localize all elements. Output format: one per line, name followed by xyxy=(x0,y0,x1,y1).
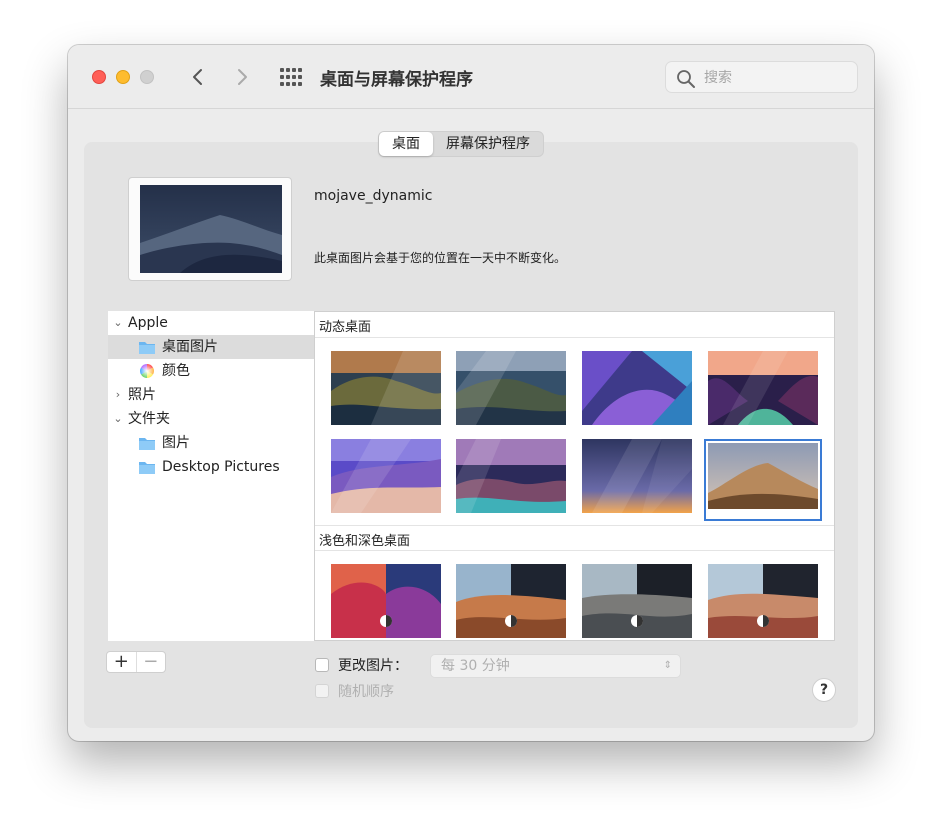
wallpaper-description: 此桌面图片会基于您的位置在一天中不断变化。 xyxy=(314,251,567,265)
wallpaper-thumbnail[interactable] xyxy=(456,351,566,425)
sidebar-item-folders[interactable]: ⌄ 文件夹 xyxy=(108,407,314,431)
wallpaper-thumbnail[interactable] xyxy=(582,351,692,425)
change-picture-checkbox[interactable] xyxy=(315,658,329,672)
random-order-checkbox[interactable] xyxy=(315,684,329,698)
help-button[interactable]: ? xyxy=(812,678,836,702)
search-input[interactable] xyxy=(702,67,846,89)
folder-icon xyxy=(139,462,155,474)
zoom-button[interactable] xyxy=(140,70,154,84)
wallpaper-grid: 动态桌面 浅色和深色桌面 xyxy=(314,311,835,641)
sidebar-item-colors[interactable]: 颜色 xyxy=(108,359,314,383)
title-bar: 桌面与屏幕保护程序 xyxy=(68,45,874,109)
chevron-right-icon[interactable]: › xyxy=(112,383,124,407)
sidebar-item-desktop-pictures[interactable]: 桌面图片 xyxy=(108,335,314,359)
section-divider xyxy=(315,337,834,338)
sidebar-item-pictures[interactable]: 图片 xyxy=(108,431,314,455)
sidebar-item-desktop-pictures-folder[interactable]: Desktop Pictures xyxy=(108,455,314,479)
sidebar-item-label: 照片 xyxy=(128,387,156,403)
random-order-label: 随机顺序 xyxy=(338,684,394,700)
interval-select[interactable]: 每 30 分钟 ⇕ xyxy=(430,654,681,678)
chevron-right-icon xyxy=(238,69,247,85)
add-folder-button[interactable]: + xyxy=(107,652,136,672)
wallpaper-thumbnail[interactable] xyxy=(582,439,692,513)
sidebar-item-label: Apple xyxy=(128,315,168,331)
sidebar-item-label: Desktop Pictures xyxy=(162,459,280,475)
window-title: 桌面与屏幕保护程序 xyxy=(320,70,473,90)
tab-bar: 桌面 屏幕保护程序 xyxy=(378,131,544,157)
wallpaper-name: mojave_dynamic xyxy=(314,188,433,204)
grid-icon xyxy=(280,68,302,86)
preferences-window: 桌面与屏幕保护程序 桌面 屏幕保护程序 mojave_dynamic 此桌面图片… xyxy=(68,45,874,741)
current-wallpaper-preview xyxy=(128,177,292,281)
section-header-light-dark: 浅色和深色桌面 xyxy=(319,534,411,549)
wallpaper-thumbnail[interactable] xyxy=(331,439,441,513)
back-button[interactable] xyxy=(186,65,210,89)
folder-icon xyxy=(139,342,155,354)
forward-button[interactable] xyxy=(230,65,254,89)
folder-icon xyxy=(139,438,155,450)
section-divider xyxy=(315,550,834,551)
section-divider xyxy=(315,525,834,526)
chevron-down-icon[interactable]: ⌄ xyxy=(112,311,124,335)
close-button[interactable] xyxy=(92,70,106,84)
add-remove-control: + − xyxy=(106,651,166,673)
remove-folder-button[interactable]: − xyxy=(135,652,166,672)
wallpaper-thumbnail[interactable] xyxy=(708,564,818,638)
sidebar-item-label: 桌面图片 xyxy=(162,339,218,355)
wallpaper-thumbnail[interactable] xyxy=(582,564,692,638)
sidebar-item-label: 文件夹 xyxy=(128,411,170,427)
search-field[interactable] xyxy=(665,61,858,93)
sidebar-item-label: 颜色 xyxy=(162,363,190,379)
sidebar-item-label: 图片 xyxy=(162,435,190,451)
wallpaper-thumbnail[interactable] xyxy=(456,439,566,513)
sidebar-item-photos[interactable]: › 照片 xyxy=(108,383,314,407)
change-picture-label: 更改图片： xyxy=(338,658,408,674)
wallpaper-thumbnail[interactable] xyxy=(331,564,441,638)
tab-screensaver[interactable]: 屏幕保护程序 xyxy=(433,132,543,156)
search-icon xyxy=(677,70,695,88)
show-all-button[interactable] xyxy=(280,68,302,86)
chevron-updown-icon: ⇕ xyxy=(663,660,672,671)
chevron-down-icon[interactable]: ⌄ xyxy=(112,407,124,431)
chevron-left-icon xyxy=(193,69,202,85)
interval-value: 每 30 分钟 xyxy=(441,658,510,674)
sidebar-item-apple[interactable]: ⌄ Apple xyxy=(108,311,314,335)
wallpaper-thumbnail[interactable] xyxy=(708,351,818,425)
wallpaper-thumbnail[interactable] xyxy=(331,351,441,425)
wallpaper-thumbnail[interactable] xyxy=(456,564,566,638)
wallpaper-thumbnail-selected[interactable] xyxy=(704,439,822,521)
preview-image xyxy=(140,185,282,273)
source-list: ⌄ Apple 桌面图片 颜色 › 照片 ⌄ 文件夹 图片 Desktop Pi… xyxy=(108,311,314,641)
tab-desktop[interactable]: 桌面 xyxy=(379,132,433,156)
minimize-button[interactable] xyxy=(116,70,130,84)
section-header-dynamic: 动态桌面 xyxy=(319,320,372,335)
color-wheel-icon xyxy=(140,364,154,378)
